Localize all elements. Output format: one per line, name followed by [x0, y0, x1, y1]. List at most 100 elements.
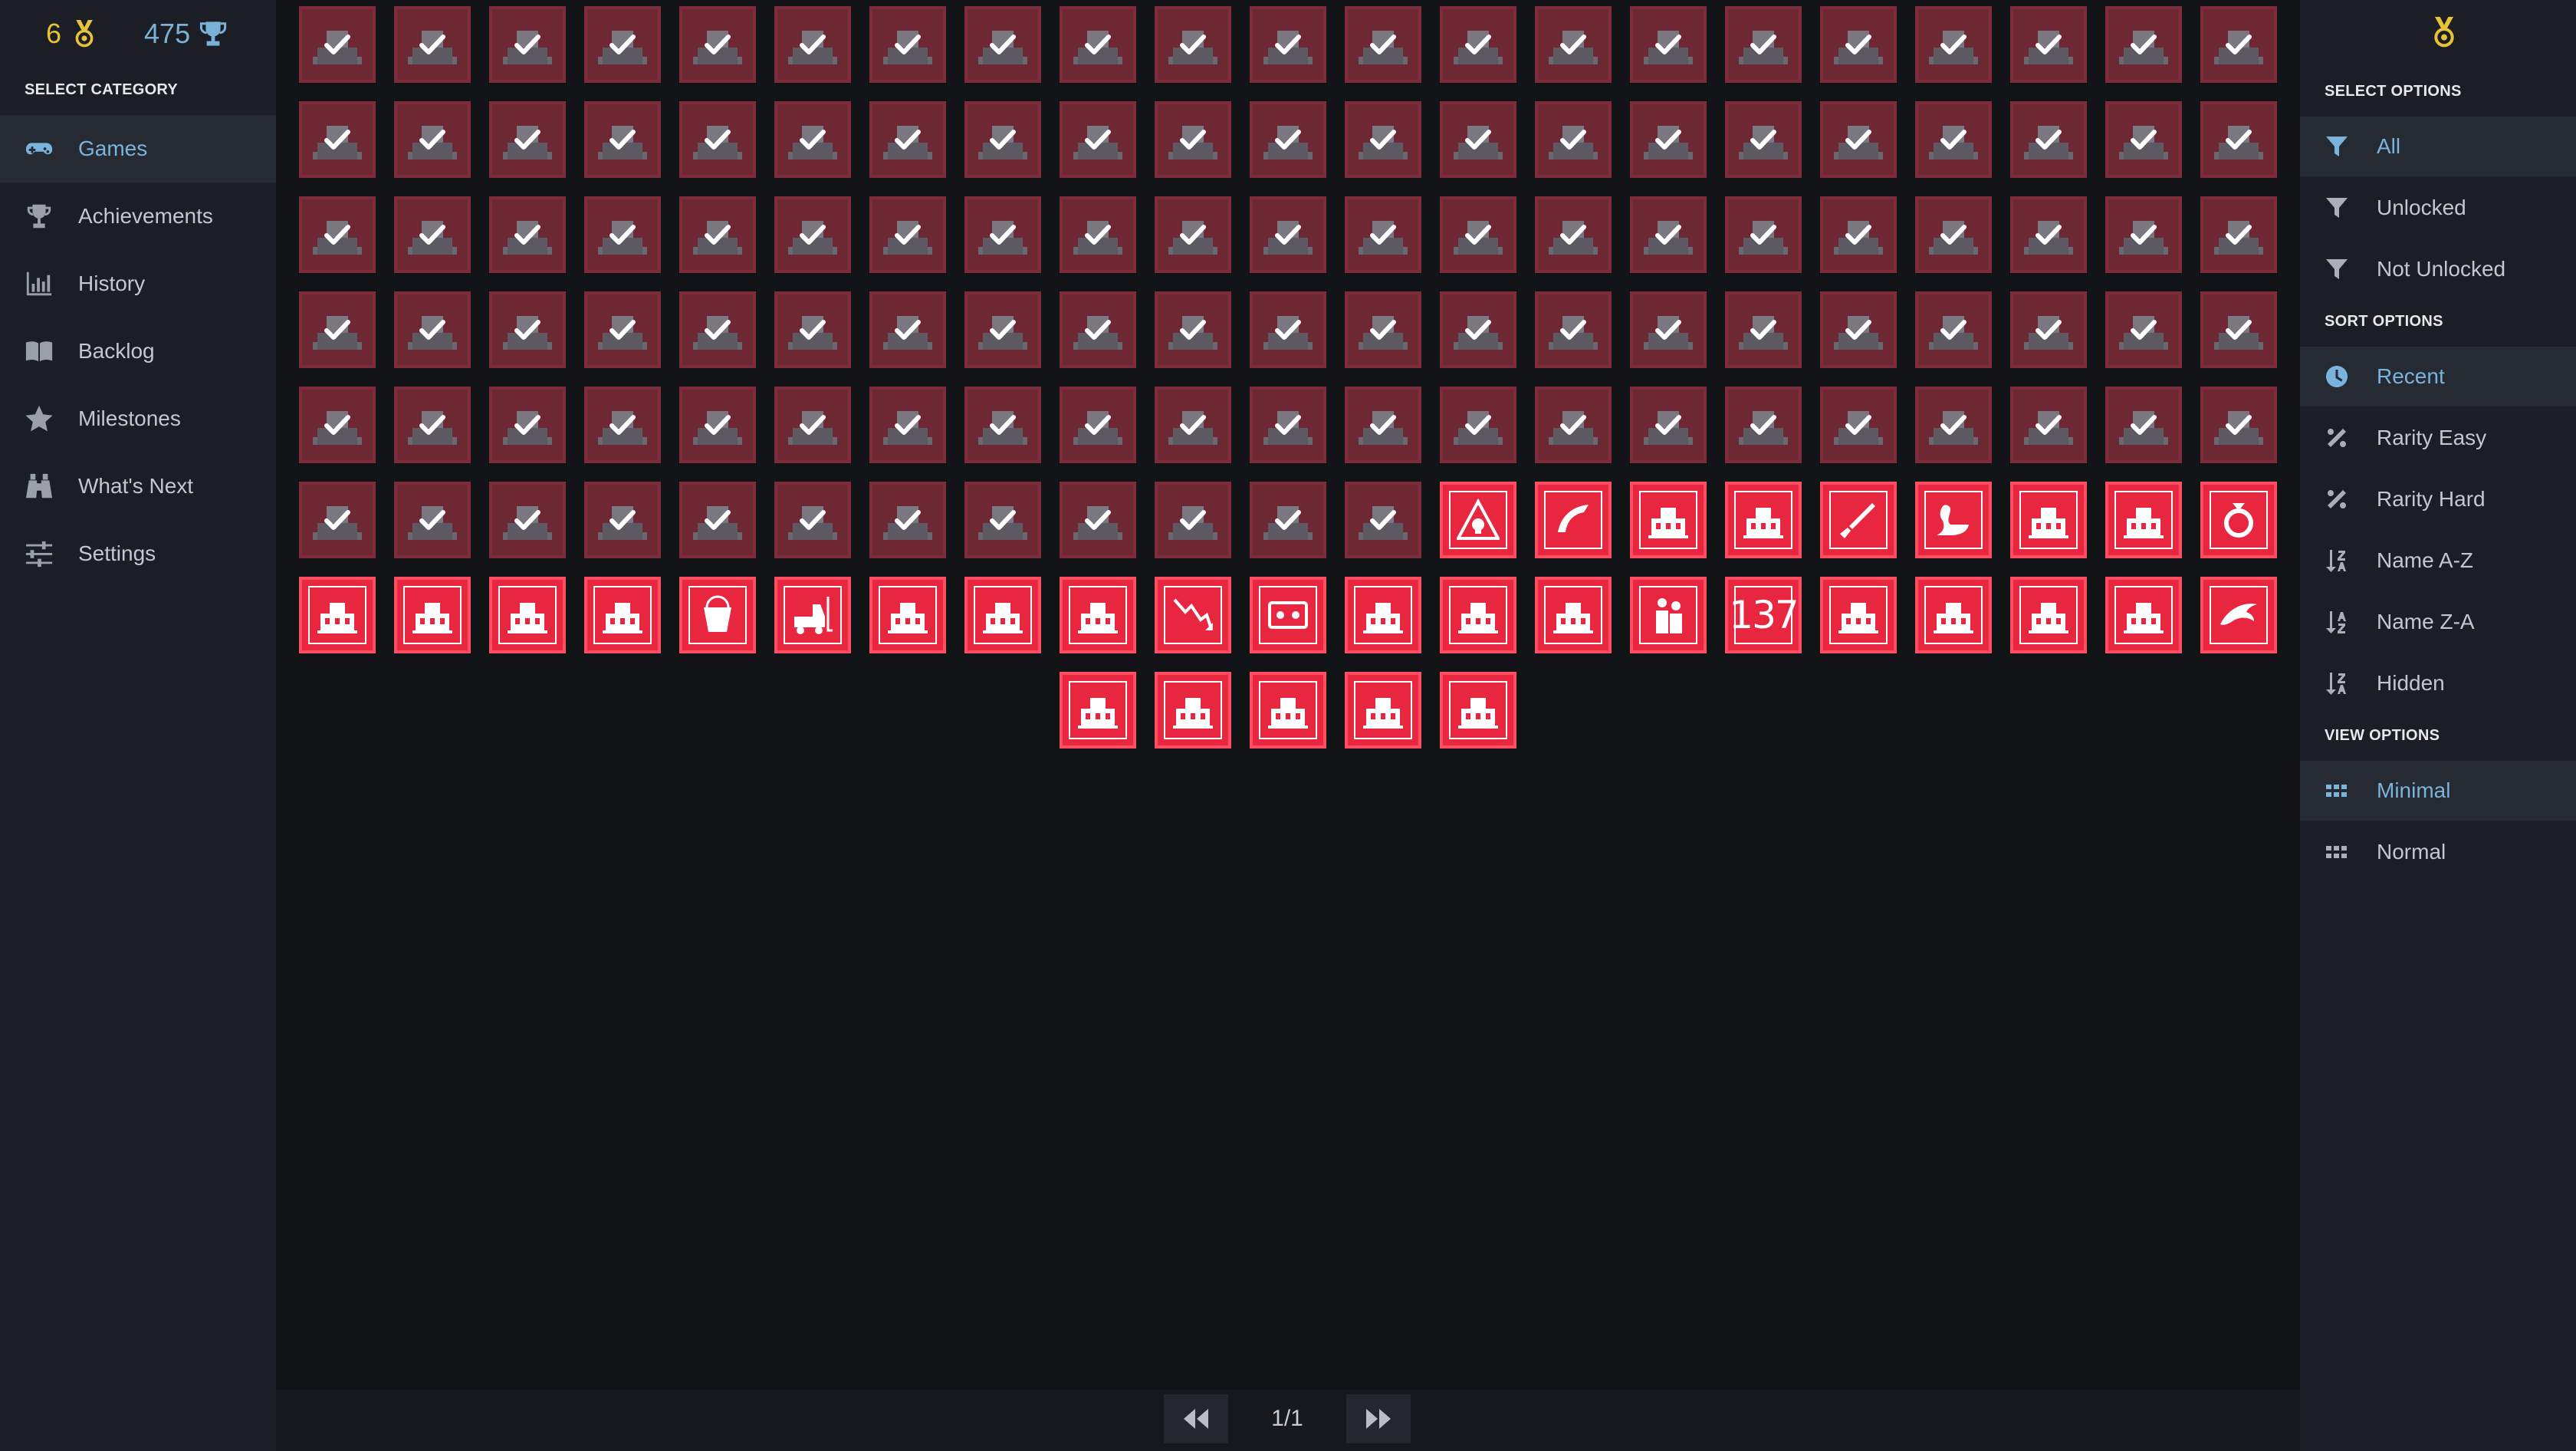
- achievement-unlocked[interactable]: [1440, 6, 1516, 83]
- achievement-unlocked[interactable]: [489, 196, 566, 273]
- achievement-unlocked[interactable]: [584, 482, 661, 558]
- achievement-unlocked[interactable]: [1535, 6, 1612, 83]
- achievement-locked[interactable]: [1820, 577, 1897, 653]
- achievement-unlocked[interactable]: [2010, 6, 2087, 83]
- achievement-unlocked[interactable]: [869, 6, 946, 83]
- achievement-unlocked[interactable]: [2010, 387, 2087, 463]
- achievement-unlocked[interactable]: [2010, 196, 2087, 273]
- achievement-unlocked[interactable]: [774, 482, 851, 558]
- achievement-unlocked[interactable]: [2200, 291, 2277, 368]
- achievement-unlocked[interactable]: [1535, 196, 1612, 273]
- achievement-unlocked[interactable]: [299, 482, 376, 558]
- achievement-locked[interactable]: [2105, 482, 2182, 558]
- achievement-unlocked[interactable]: [964, 387, 1041, 463]
- achievement-locked[interactable]: [1440, 672, 1516, 749]
- achievement-unlocked[interactable]: [1630, 101, 1707, 178]
- achievement-unlocked[interactable]: [1155, 101, 1231, 178]
- achievement-unlocked[interactable]: [679, 6, 756, 83]
- achievement-unlocked[interactable]: [489, 387, 566, 463]
- achievement-unlocked[interactable]: [489, 482, 566, 558]
- achievement-unlocked[interactable]: [1250, 482, 1326, 558]
- achievement-unlocked[interactable]: [2105, 291, 2182, 368]
- achievement-unlocked[interactable]: [1725, 196, 1802, 273]
- achievement-unlocked[interactable]: [394, 101, 471, 178]
- achievement-locked[interactable]: [1630, 482, 1707, 558]
- achievement-unlocked[interactable]: [679, 291, 756, 368]
- achievement-unlocked[interactable]: [1820, 196, 1897, 273]
- achievement-unlocked[interactable]: [489, 101, 566, 178]
- achievement-unlocked[interactable]: [1250, 101, 1326, 178]
- achievement-unlocked[interactable]: [964, 196, 1041, 273]
- nav-item-achievements[interactable]: Achievements: [0, 183, 276, 250]
- achievement-unlocked[interactable]: [869, 291, 946, 368]
- achievement-unlocked[interactable]: [1535, 101, 1612, 178]
- achievement-unlocked[interactable]: [299, 196, 376, 273]
- achievement-unlocked[interactable]: [1345, 291, 1421, 368]
- achievement-unlocked[interactable]: [869, 101, 946, 178]
- achievement-unlocked[interactable]: [1155, 291, 1231, 368]
- achievement-locked[interactable]: [1250, 577, 1326, 653]
- sort-rarity-hard[interactable]: Rarity Hard: [2300, 469, 2576, 529]
- achievement-locked[interactable]: [489, 577, 566, 653]
- achievement-locked[interactable]: [1250, 672, 1326, 749]
- achievement-locked[interactable]: [584, 577, 661, 653]
- achievement-unlocked[interactable]: [1725, 387, 1802, 463]
- achievement-unlocked[interactable]: [1345, 6, 1421, 83]
- achievement-locked[interactable]: [2200, 482, 2277, 558]
- achievement-unlocked[interactable]: [1345, 101, 1421, 178]
- achievement-locked[interactable]: [394, 577, 471, 653]
- achievement-unlocked[interactable]: [1915, 6, 1992, 83]
- achievement-unlocked[interactable]: [964, 6, 1041, 83]
- achievement-unlocked[interactable]: [1060, 196, 1136, 273]
- achievement-locked[interactable]: [2010, 577, 2087, 653]
- achievement-unlocked[interactable]: [2200, 196, 2277, 273]
- achievement-locked[interactable]: [964, 577, 1041, 653]
- achievement-unlocked[interactable]: [394, 6, 471, 83]
- achievement-unlocked[interactable]: [1630, 6, 1707, 83]
- achievement-unlocked[interactable]: [489, 291, 566, 368]
- achievement-unlocked[interactable]: [1250, 387, 1326, 463]
- achievement-unlocked[interactable]: [1060, 291, 1136, 368]
- achievement-locked[interactable]: 137: [1725, 577, 1802, 653]
- achievement-unlocked[interactable]: [2105, 101, 2182, 178]
- achievement-unlocked[interactable]: [2105, 6, 2182, 83]
- achievement-unlocked[interactable]: [299, 6, 376, 83]
- achievement-unlocked[interactable]: [1440, 101, 1516, 178]
- achievement-unlocked[interactable]: [1630, 196, 1707, 273]
- filter-unlocked[interactable]: Unlocked: [2300, 178, 2576, 238]
- nav-item-whats-next[interactable]: What's Next: [0, 452, 276, 520]
- achievement-unlocked[interactable]: [1155, 6, 1231, 83]
- sort-recent[interactable]: Recent: [2300, 347, 2576, 406]
- achievement-unlocked[interactable]: [2105, 387, 2182, 463]
- achievement-unlocked[interactable]: [1535, 291, 1612, 368]
- achievement-unlocked[interactable]: [394, 387, 471, 463]
- achievement-unlocked[interactable]: [774, 291, 851, 368]
- achievement-locked[interactable]: [1915, 482, 1992, 558]
- achievement-unlocked[interactable]: [394, 196, 471, 273]
- achievement-unlocked[interactable]: [2200, 387, 2277, 463]
- achievement-locked[interactable]: [1535, 577, 1612, 653]
- achievement-unlocked[interactable]: [1155, 196, 1231, 273]
- sort-hidden[interactable]: Hidden: [2300, 653, 2576, 713]
- achievement-unlocked[interactable]: [1725, 6, 1802, 83]
- next-page-button[interactable]: [1346, 1394, 1411, 1443]
- achievement-locked[interactable]: [2105, 577, 2182, 653]
- nav-item-milestones[interactable]: Milestones: [0, 385, 276, 452]
- achievement-unlocked[interactable]: [1155, 387, 1231, 463]
- achievement-locked[interactable]: [299, 577, 376, 653]
- achievement-unlocked[interactable]: [869, 196, 946, 273]
- achievement-locked[interactable]: [774, 577, 851, 653]
- achievement-unlocked[interactable]: [1155, 482, 1231, 558]
- achievement-unlocked[interactable]: [299, 291, 376, 368]
- achievement-unlocked[interactable]: [1440, 291, 1516, 368]
- sort-rarity-easy[interactable]: Rarity Easy: [2300, 408, 2576, 468]
- achievement-unlocked[interactable]: [2010, 101, 2087, 178]
- achievement-unlocked[interactable]: [964, 291, 1041, 368]
- achievement-locked[interactable]: [1345, 672, 1421, 749]
- achievement-locked[interactable]: [1345, 577, 1421, 653]
- achievement-unlocked[interactable]: [1915, 387, 1992, 463]
- nav-item-settings[interactable]: Settings: [0, 520, 276, 587]
- achievement-locked[interactable]: [2200, 577, 2277, 653]
- achievement-locked[interactable]: [1060, 577, 1136, 653]
- achievement-unlocked[interactable]: [2010, 291, 2087, 368]
